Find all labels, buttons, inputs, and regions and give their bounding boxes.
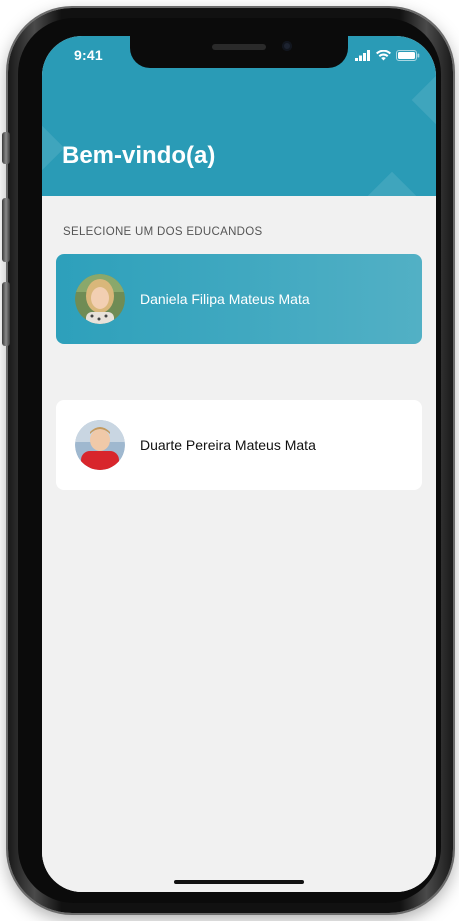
app-header: 9:41 Bem-vindo(a) xyxy=(42,36,436,196)
main-content: SELECIONE UM DOS EDUCANDOS Daniela Filip… xyxy=(42,196,436,892)
header-decoration xyxy=(42,119,65,177)
student-name: Duarte Pereira Mateus Mata xyxy=(140,437,316,453)
phone-mockup: 9:41 Bem-vindo(a) SELECIONE UM DOS EDUCA… xyxy=(0,0,459,921)
volume-down-button xyxy=(2,282,10,346)
header-decoration xyxy=(363,171,421,196)
status-time: 9:41 xyxy=(74,47,103,63)
front-camera xyxy=(282,41,292,51)
signal-bars-icon xyxy=(355,48,371,66)
header-decoration xyxy=(411,71,436,129)
student-avatar xyxy=(75,420,125,470)
phone-notch xyxy=(130,36,348,68)
student-card-selected[interactable]: Daniela Filipa Mateus Mata xyxy=(56,254,422,344)
volume-up-button xyxy=(2,198,10,262)
mute-switch xyxy=(2,132,10,164)
home-indicator[interactable] xyxy=(174,880,304,884)
battery-icon xyxy=(396,48,420,66)
page-title: Bem-vindo(a) xyxy=(62,142,216,169)
student-name: Daniela Filipa Mateus Mata xyxy=(140,291,310,307)
student-avatar xyxy=(75,274,125,324)
status-icons xyxy=(355,48,420,66)
speaker-grill xyxy=(212,44,266,50)
student-card[interactable]: Duarte Pereira Mateus Mata xyxy=(56,400,422,490)
wifi-icon xyxy=(376,48,391,66)
app-screen: 9:41 Bem-vindo(a) SELECIONE UM DOS EDUCA… xyxy=(42,36,436,892)
section-label: SELECIONE UM DOS EDUCANDOS xyxy=(63,226,263,238)
